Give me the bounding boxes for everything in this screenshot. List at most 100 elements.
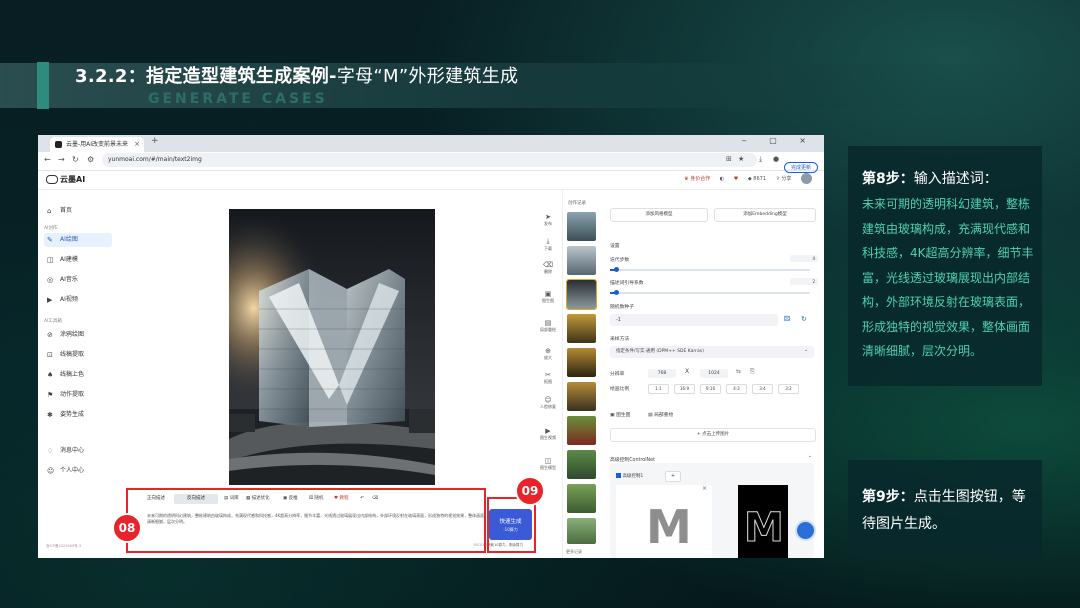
- history-thumb[interactable]: [567, 314, 596, 343]
- inpaint-tab[interactable]: ▤ 局部重绘: [648, 411, 673, 418]
- ratio-option[interactable]: 9:16: [700, 384, 721, 394]
- translate-icon[interactable]: ⊞: [726, 155, 732, 163]
- sidebar-item-motion[interactable]: ⚑ 动作提取: [44, 388, 112, 402]
- upload-image-button[interactable]: + 点击上传图片: [610, 428, 816, 442]
- ratio-option[interactable]: 4:3: [726, 384, 747, 394]
- add-style-model-button[interactable]: 添加风格模型: [610, 208, 708, 222]
- steps-value[interactable]: 4: [790, 255, 818, 262]
- history-thumb[interactable]: [567, 416, 596, 445]
- sampler-select[interactable]: 指定条件/写实·通用 (DPM++ SDE Karras): [610, 346, 814, 358]
- assistant-icon[interactable]: [795, 520, 816, 541]
- swap-icon[interactable]: ⇆: [736, 368, 741, 375]
- dice-icon[interactable]: ⚄: [784, 315, 790, 323]
- site-info-icon[interactable]: ⚙: [87, 155, 94, 164]
- cube-icon: ◫: [47, 256, 54, 264]
- width-input[interactable]: 768: [648, 369, 676, 378]
- download-icon[interactable]: ⤓: [759, 155, 762, 164]
- tool-upscale[interactable]: ⊕ 放大: [538, 347, 558, 361]
- generated-image[interactable]: [229, 209, 435, 485]
- history-thumb[interactable]: [567, 382, 596, 411]
- sidebar-footer: 浙ICP备2023000号-3: [46, 544, 82, 548]
- window-controls[interactable]: ‒ ▢ ×: [742, 136, 816, 145]
- browser-tab[interactable]: 云墨-用AI改变前景未来 ×: [50, 137, 144, 152]
- sidebar-item-doodle[interactable]: ⊘ 涂鸦绘图: [44, 328, 112, 342]
- tool-img2model[interactable]: ◫ 图生模型: [538, 457, 558, 471]
- steps-slider-handle[interactable]: [614, 267, 619, 272]
- gift-icon[interactable]: ♥: [734, 176, 738, 182]
- sidebar-item-label: AI建模: [60, 256, 78, 263]
- close-icon[interactable]: ×: [702, 485, 707, 492]
- sidebar-item-home[interactable]: ⌂ 首页: [44, 204, 112, 218]
- sidebar-item-messages[interactable]: ♢ 消息中心: [44, 444, 112, 458]
- callout-badge-09: 09: [515, 476, 545, 506]
- bell-icon: ♢: [47, 447, 54, 455]
- bookmark-star-icon[interactable]: ★: [738, 155, 744, 163]
- history-thumb[interactable]: [567, 518, 596, 544]
- controlnet-tab[interactable]: 高级控制1: [616, 473, 643, 479]
- recycle-icon[interactable]: ↻: [801, 315, 807, 323]
- history-thumb[interactable]: [567, 212, 596, 241]
- ratio-option[interactable]: 16:9: [674, 384, 695, 394]
- sidebar-item-lineart[interactable]: ⊡ 线稿提取: [44, 348, 112, 362]
- ratio-option[interactable]: 3:4: [752, 384, 773, 394]
- tool-face-fix[interactable]: ☺ 人脸修复: [538, 396, 558, 410]
- link-icon[interactable]: ⎘: [750, 368, 755, 376]
- sidebar-item-ai-model[interactable]: ◫ AI建模: [44, 253, 112, 267]
- controlnet-input-image[interactable]: M: [616, 485, 712, 558]
- url-field[interactable]: yunmoai.com/#/main/text2img: [102, 153, 757, 167]
- steps-slider[interactable]: [610, 267, 810, 272]
- history-thumb[interactable]: [567, 484, 596, 513]
- reload-icon[interactable]: ↻: [72, 155, 79, 164]
- tool-cutout[interactable]: ✂ 抠图: [538, 371, 558, 385]
- cfg-value[interactable]: 2: [790, 278, 818, 285]
- ratio-option[interactable]: 3:2: [778, 384, 799, 394]
- tool-download[interactable]: ⤓ 下载: [538, 237, 558, 252]
- tool-inpaint[interactable]: ▤ 局部重绘: [538, 319, 558, 333]
- avatar[interactable]: [801, 173, 812, 184]
- cfg-slider-handle[interactable]: [614, 290, 619, 295]
- seed-input[interactable]: -1: [610, 314, 778, 326]
- m-letter-image: M: [646, 500, 692, 554]
- sidebar-item-ai-video[interactable]: ▶ AI视频: [44, 293, 112, 307]
- sidebar-item-pose[interactable]: ✱ 姿势生成: [44, 408, 112, 422]
- sidebar-item-profile[interactable]: ☺ 个人中心: [44, 464, 112, 478]
- cloud-logo-icon: [46, 175, 58, 184]
- history-thumb-selected[interactable]: [566, 279, 597, 310]
- tool-delete[interactable]: ⌫ 删除: [538, 261, 558, 275]
- img2img-label: 图生图: [616, 413, 631, 418]
- vip-button[interactable]: ♛ 身价合作: [684, 175, 710, 182]
- more-history-link[interactable]: 更多记录: [566, 549, 582, 555]
- checkbox-icon[interactable]: [616, 473, 621, 478]
- controlnet-header[interactable]: 高级控制ControlNet: [610, 456, 655, 463]
- tool-publish[interactable]: ➤ 发布: [538, 213, 558, 227]
- tool-img2video[interactable]: ▶ 图生视频: [538, 427, 558, 441]
- add-embedding-button[interactable]: 添加Embedding模型: [714, 208, 816, 222]
- tool-label: 人脸修复: [540, 404, 556, 409]
- ratio-option[interactable]: 1:1: [648, 384, 669, 394]
- height-input[interactable]: 1024: [700, 369, 728, 378]
- profile-icon[interactable]: ●: [773, 155, 779, 163]
- forward-icon[interactable]: →: [58, 155, 65, 164]
- close-tab-icon[interactable]: ×: [134, 137, 140, 152]
- sidebar-item-ai-music[interactable]: ◎ AI音乐: [44, 273, 112, 287]
- theme-toggle-icon[interactable]: ◐: [720, 176, 724, 182]
- cfg-slider[interactable]: [610, 290, 810, 295]
- history-thumb[interactable]: [567, 450, 596, 479]
- img2img-tab[interactable]: ▣ 图生图: [610, 411, 630, 418]
- controlnet-preview-image[interactable]: M: [738, 485, 788, 558]
- browser-tab-bar: 云墨-用AI改变前景未来 × + ‒ ▢ ×: [38, 135, 824, 152]
- share-button[interactable]: ⇪ 分享: [776, 175, 792, 182]
- history-thumb[interactable]: [567, 348, 596, 377]
- points-badge[interactable]: ◆ 8671: [748, 176, 766, 182]
- new-tab-icon[interactable]: +: [151, 136, 159, 146]
- history-thumb[interactable]: [567, 246, 596, 275]
- tool-img2img[interactable]: ▣ 图生图: [538, 290, 558, 304]
- add-controlnet-button[interactable]: +: [665, 471, 681, 482]
- sidebar-item-colorize[interactable]: ♠ 线稿上色: [44, 368, 112, 382]
- step8-heading: 第8步：输入描述词：: [862, 168, 998, 188]
- video-icon: ▶: [545, 427, 551, 435]
- glass-m-building-image: [229, 209, 435, 485]
- sidebar-item-ai-draw[interactable]: ✎ AI绘图: [44, 233, 112, 247]
- chevron-down-icon[interactable]: ⌄: [808, 454, 812, 459]
- back-icon[interactable]: ←: [44, 155, 51, 164]
